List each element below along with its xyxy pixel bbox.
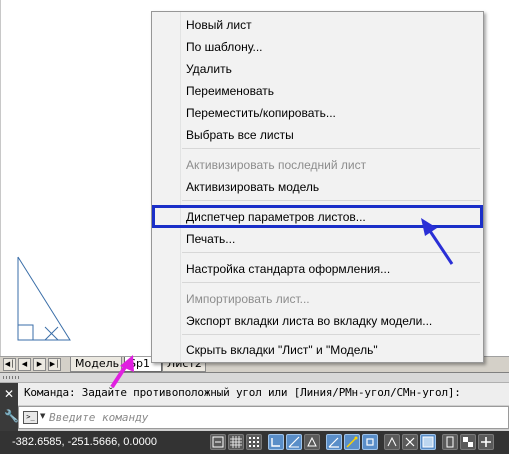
first-layout-icon[interactable]: ◀│ [3, 358, 16, 371]
wrench-icon[interactable]: 🔧 [4, 410, 19, 422]
menu-item-activate-last-layout: Активизировать последний лист [186, 158, 367, 172]
menu-separator [182, 200, 480, 201]
object-snap-icon[interactable] [362, 434, 378, 450]
menu-item-move-copy[interactable]: Переместить/копировать... [186, 106, 336, 120]
menu-item-rename[interactable]: Переименовать [186, 84, 274, 98]
add-icon[interactable] [478, 434, 494, 450]
menu-separator [182, 334, 480, 335]
menu-item-new-layout[interactable]: Новый лист [186, 18, 252, 32]
isometric-icon[interactable] [304, 434, 320, 450]
angle-tracking-icon[interactable] [326, 434, 342, 450]
coordinates-readout: -382.6585, -251.5666, 0.0000 [12, 436, 157, 448]
menu-separator [182, 252, 480, 253]
transparency-icon[interactable] [420, 434, 436, 450]
workspace-icon[interactable] [460, 434, 476, 450]
annotation-visibility-icon[interactable] [384, 434, 400, 450]
model-space-icon[interactable] [210, 434, 226, 450]
snap-icon[interactable] [246, 434, 262, 450]
chevron-down-icon[interactable]: ▼ [40, 412, 45, 420]
command-line-grip[interactable] [0, 373, 509, 383]
menu-item-plot[interactable]: Печать... [186, 232, 235, 246]
command-input[interactable] [49, 409, 489, 426]
command-line-sidebar: ✕ 🔧 [0, 383, 19, 431]
menu-separator [182, 148, 480, 149]
menu-item-delete[interactable]: Удалить [186, 62, 232, 76]
prev-layout-icon[interactable]: ◀ [18, 358, 31, 371]
menu-item-select-all-layouts[interactable]: Выбрать все листы [186, 128, 294, 142]
object-snap-tracking-icon[interactable] [344, 434, 360, 450]
grid-icon[interactable] [228, 434, 244, 450]
ortho-icon[interactable] [268, 434, 284, 450]
command-history: Команда: Задайте противоположный угол ил… [18, 383, 509, 405]
command-history-text: Команда: Задайте противоположный угол ил… [24, 386, 461, 399]
next-layout-icon[interactable]: ▶ [33, 358, 46, 371]
menu-item-activate-model[interactable]: Активизировать модель [186, 180, 319, 194]
menu-item-import-layout: Импортировать лист... [186, 292, 310, 306]
tab-model[interactable]: Модель [70, 357, 122, 372]
selection-cycling-icon[interactable] [442, 434, 458, 450]
lineweight-icon[interactable] [402, 434, 418, 450]
highlight-box [152, 205, 483, 228]
last-layout-icon[interactable]: ▶│ [48, 358, 61, 371]
polar-icon[interactable] [286, 434, 302, 450]
layout-context-menu: Новый лист По шаблону... Удалить Переиме… [151, 11, 484, 363]
status-bar: -382.6585, -251.5666, 0.0000 [0, 431, 509, 454]
menu-item-from-template[interactable]: По шаблону... [186, 40, 263, 54]
command-prompt-icon[interactable]: >_ [23, 411, 38, 424]
menu-icon-gutter [152, 12, 181, 362]
command-input-box[interactable]: >_ ▼ [18, 406, 509, 429]
triangle-drawing [17, 256, 71, 341]
menu-item-hide-layout-model-tabs[interactable]: Скрыть вкладки "Лист" и "Модель" [186, 343, 378, 357]
menu-item-export-layout-to-model[interactable]: Экспорт вкладки листа во вкладку модели.… [186, 314, 432, 328]
close-icon[interactable]: ✕ [4, 388, 14, 400]
menu-item-drafting-standard-setup[interactable]: Настройка стандарта оформления... [186, 262, 390, 276]
command-line-panel: ✕ 🔧 Команда: Задайте противоположный уго… [0, 373, 509, 431]
menu-separator [182, 282, 480, 283]
